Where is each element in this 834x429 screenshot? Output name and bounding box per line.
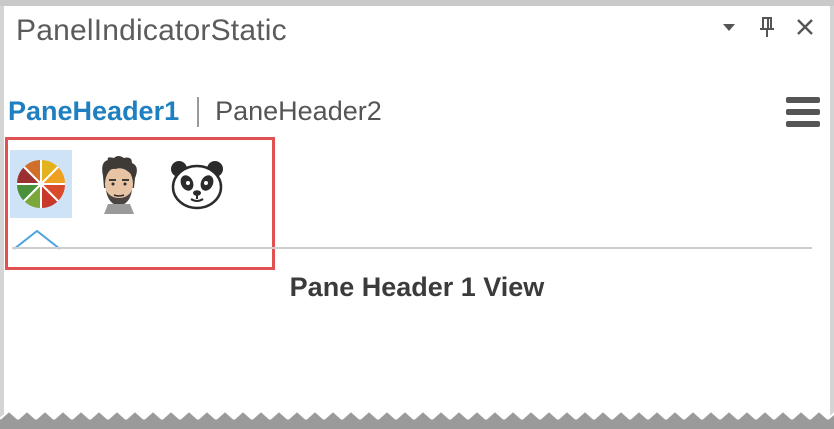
- color-wheel-icon: [16, 159, 66, 209]
- window-right-border: [830, 6, 834, 429]
- dropdown-icon[interactable]: [718, 14, 740, 40]
- tab-pane-header-1[interactable]: PaneHeader1: [8, 96, 179, 127]
- pin-icon[interactable]: [756, 14, 778, 40]
- man-face-button[interactable]: [88, 150, 150, 218]
- header-divider: [12, 247, 812, 249]
- dockpane-window: PanelIndicatorStatic PaneHeader1 PaneHea…: [0, 0, 834, 429]
- dockpane-title: PanelIndicatorStatic: [16, 14, 287, 47]
- window-left-border: [0, 6, 4, 429]
- tab-separator: [197, 96, 200, 127]
- torn-edge-decoration: [0, 407, 834, 429]
- title-controls: [718, 14, 816, 40]
- man-face-icon: [102, 156, 137, 214]
- header-button-strip: [10, 150, 244, 218]
- color-wheel-button[interactable]: [10, 150, 72, 218]
- pane-header-tabs: PaneHeader1 PaneHeader2: [8, 96, 382, 127]
- hamburger-menu-icon[interactable]: [786, 97, 820, 127]
- panda-face-button[interactable]: [166, 150, 228, 218]
- window-top-border: [0, 0, 834, 6]
- tab-pane-header-2[interactable]: PaneHeader2: [215, 96, 382, 127]
- close-icon[interactable]: [794, 14, 816, 40]
- pane-view-title: Pane Header 1 View: [289, 272, 545, 302]
- panda-face-icon: [171, 161, 223, 210]
